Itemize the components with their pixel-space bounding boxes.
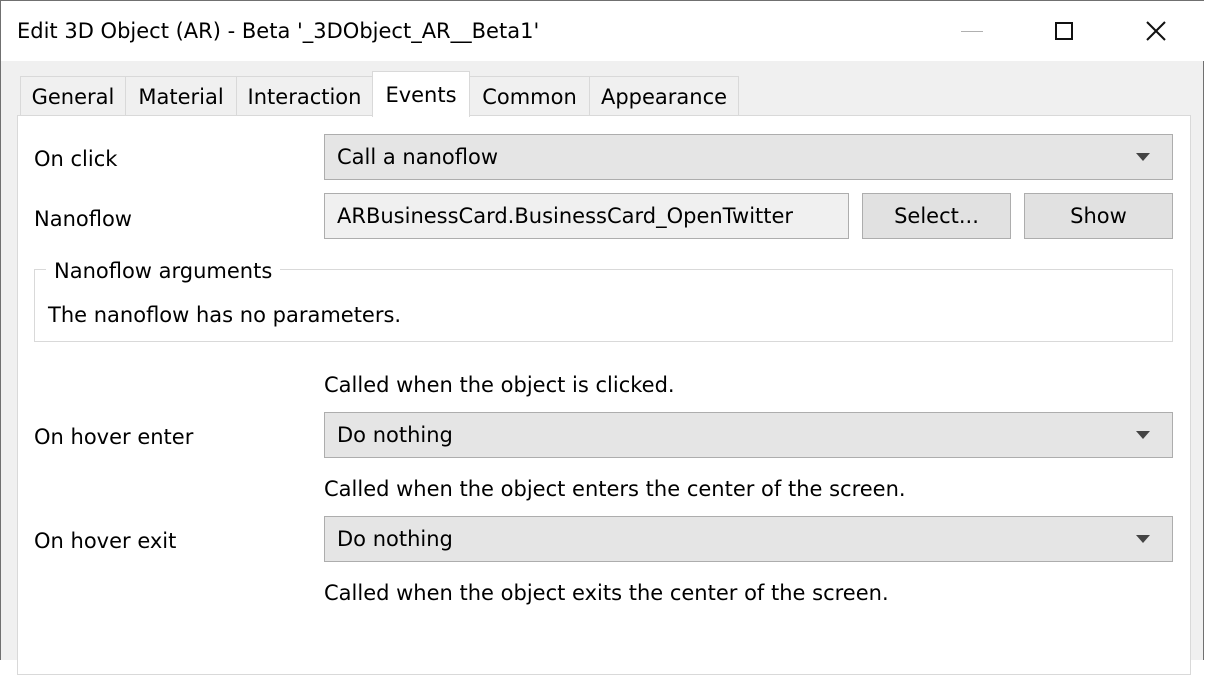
tab-label: Events: [385, 83, 457, 107]
nanoflow-label: Nanoflow: [34, 207, 132, 231]
close-icon: [1146, 21, 1166, 41]
show-nanoflow-button[interactable]: Show: [1024, 193, 1173, 239]
on-hover-exit-dropdown[interactable]: Do nothing: [324, 516, 1173, 562]
on-click-dropdown[interactable]: Call a nanoflow: [324, 134, 1173, 180]
window-title: Edit 3D Object (AR) - Beta '_3DObject_AR…: [17, 19, 540, 43]
on-hover-enter-value: Do nothing: [337, 423, 453, 447]
tab-appearance[interactable]: Appearance: [589, 76, 739, 116]
on-click-label: On click: [34, 147, 118, 171]
on-hover-enter-label: On hover enter: [34, 425, 194, 449]
tab-label: Appearance: [600, 85, 728, 109]
tab-label: Interaction: [247, 85, 362, 109]
on-click-value: Call a nanoflow: [337, 145, 499, 169]
tab-label: Material: [138, 85, 224, 109]
on-hover-exit-value: Do nothing: [337, 527, 453, 551]
chevron-down-icon: [1136, 535, 1150, 543]
on-hover-enter-dropdown[interactable]: Do nothing: [324, 412, 1173, 458]
tab-label: General: [31, 85, 115, 109]
minimize-icon: [961, 30, 983, 32]
nanoflow-field[interactable]: ARBusinessCard.BusinessCard_OpenTwitter: [324, 193, 849, 239]
title-bar: Edit 3D Object (AR) - Beta '_3DObject_AR…: [1, 1, 1205, 61]
edit-3d-object-dialog: Edit 3D Object (AR) - Beta '_3DObject_AR…: [0, 0, 1205, 675]
tab-events[interactable]: Events: [372, 71, 470, 117]
maximize-icon: [1055, 22, 1073, 40]
maximize-button[interactable]: [1041, 9, 1087, 53]
on-hover-exit-description: Called when the object exits the center …: [324, 581, 889, 605]
nanoflow-arguments-legend: Nanoflow arguments: [46, 257, 281, 285]
on-hover-enter-description: Called when the object enters the center…: [324, 477, 906, 501]
chevron-down-icon: [1136, 431, 1150, 439]
close-button[interactable]: [1133, 9, 1179, 53]
tab-general[interactable]: General: [20, 76, 126, 116]
select-nanoflow-button[interactable]: Select...: [862, 193, 1011, 239]
on-click-description: Called when the object is clicked.: [324, 373, 675, 397]
nanoflow-arguments-message: The nanoflow has no parameters.: [48, 303, 402, 327]
on-hover-exit-label: On hover exit: [34, 529, 177, 553]
tab-material[interactable]: Material: [125, 76, 237, 116]
tab-label: Common: [482, 85, 577, 109]
tab-common[interactable]: Common: [469, 76, 590, 116]
chevron-down-icon: [1136, 153, 1150, 161]
minimize-button[interactable]: [949, 9, 995, 53]
tab-interaction[interactable]: Interaction: [236, 76, 373, 116]
